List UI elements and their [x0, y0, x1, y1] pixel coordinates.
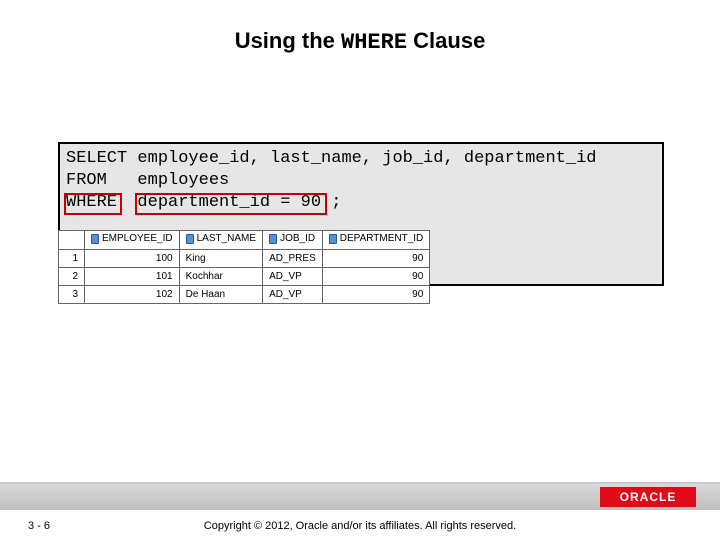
copyright-text: Copyright © 2012, Oracle and/or its affi… — [0, 520, 720, 532]
table-row: 3 102 De Haan AD_VP 90 — [59, 285, 430, 303]
code-line-3: WHERE department_id = 90 ; — [66, 193, 341, 212]
cell-job-id: AD_VP — [263, 267, 323, 285]
row-number-cell: 3 — [59, 285, 85, 303]
cell-employee-id: 100 — [85, 249, 180, 267]
cell-last-name: Kochhar — [179, 267, 262, 285]
cell-employee-id: 102 — [85, 285, 180, 303]
cell-last-name: King — [179, 249, 262, 267]
col-header-job-id: JOB_ID — [263, 231, 323, 250]
col-header-last-name: LAST_NAME — [179, 231, 262, 250]
table-row: 2 101 Kochhar AD_VP 90 — [59, 267, 430, 285]
col-header-department-id-label: DEPARTMENT_ID — [340, 233, 424, 244]
col-header-last-name-label: LAST_NAME — [197, 233, 256, 244]
row-number-cell: 1 — [59, 249, 85, 267]
col-header-employee-id-label: EMPLOYEE_ID — [102, 233, 173, 244]
cell-department-id: 90 — [322, 267, 430, 285]
code-line-2: FROM employees — [66, 171, 229, 190]
table-header-row: EMPLOYEE_ID LAST_NAME JOB_ID DEPARTMENT_… — [59, 231, 430, 250]
column-icon — [186, 234, 194, 244]
title-keyword: WHERE — [341, 30, 407, 55]
col-header-job-id-label: JOB_ID — [280, 233, 315, 244]
oracle-logo: ORACLE — [600, 487, 696, 507]
slide: Using the WHERE Clause SELECT employee_i… — [0, 0, 720, 540]
title-prefix: Using the — [235, 28, 341, 53]
cell-job-id: AD_VP — [263, 285, 323, 303]
row-number-cell: 2 — [59, 267, 85, 285]
oracle-logo-text: ORACLE — [620, 490, 677, 504]
column-icon — [329, 234, 337, 244]
cell-last-name: De Haan — [179, 285, 262, 303]
code-line-1: SELECT employee_id, last_name, job_id, d… — [66, 149, 597, 168]
results-table: EMPLOYEE_ID LAST_NAME JOB_ID DEPARTMENT_… — [58, 230, 430, 304]
cell-department-id: 90 — [322, 249, 430, 267]
cell-employee-id: 101 — [85, 267, 180, 285]
cell-department-id: 90 — [322, 285, 430, 303]
title-suffix: Clause — [407, 28, 485, 53]
slide-title: Using the WHERE Clause — [0, 28, 720, 55]
cell-job-id: AD_PRES — [263, 249, 323, 267]
table-row: 1 100 King AD_PRES 90 — [59, 249, 430, 267]
row-number-header — [59, 231, 85, 250]
col-header-department-id: DEPARTMENT_ID — [322, 231, 430, 250]
col-header-employee-id: EMPLOYEE_ID — [85, 231, 180, 250]
column-icon — [91, 234, 99, 244]
column-icon — [269, 234, 277, 244]
